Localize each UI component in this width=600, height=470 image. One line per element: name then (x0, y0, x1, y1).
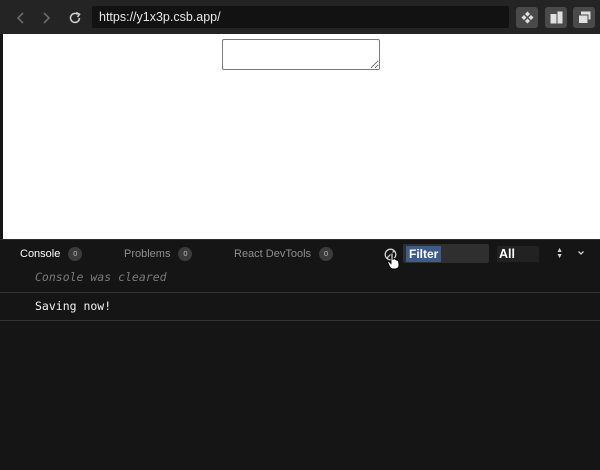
codesandbox-button[interactable] (516, 7, 538, 28)
chevron-down-icon[interactable] (576, 248, 586, 258)
new-window-button[interactable] (573, 7, 595, 28)
back-button[interactable] (11, 8, 31, 28)
tab-problems[interactable]: Problems 0 (124, 246, 193, 262)
tab-react-devtools-label: React DevTools (234, 248, 312, 260)
log-level-value: All (497, 246, 539, 262)
select-arrows-icon: ▲ ▼ (556, 247, 563, 260)
new-window-icon (577, 11, 590, 24)
chevron-left-icon (16, 12, 24, 24)
tab-react-devtools[interactable]: React DevTools 0 (234, 246, 334, 262)
tab-react-devtools-count: 0 (319, 247, 334, 261)
tab-problems-label: Problems (124, 248, 171, 260)
log-level-select[interactable]: All ▲ ▼ (497, 245, 563, 263)
chevron-right-icon (43, 12, 51, 24)
tab-console-count: 0 (68, 247, 83, 261)
browser-toolbar: https://y1x3p.csb.app/ (0, 0, 600, 34)
preview-pane (3, 34, 600, 239)
filter-placeholder: Filter (406, 245, 442, 262)
split-view-icon (550, 11, 562, 24)
tab-console-label: Console (20, 248, 61, 260)
url-bar[interactable]: https://y1x3p.csb.app/ (92, 6, 509, 28)
codesandbox-icon (521, 11, 533, 24)
text-area[interactable] (222, 39, 380, 70)
devtools-panel: Console 0 Problems 0 React DevTools 0 Fi… (0, 239, 600, 470)
refresh-icon (69, 11, 81, 24)
console-log-message: Saving now! (0, 294, 600, 321)
console-log-cleared: Console was cleared (0, 268, 600, 293)
refresh-button[interactable] (65, 8, 85, 28)
tab-problems-count: 0 (178, 247, 193, 261)
tab-console[interactable]: Console 0 (20, 246, 83, 262)
filter-input[interactable]: Filter (403, 244, 489, 263)
split-view-button[interactable] (545, 7, 567, 28)
forward-button[interactable] (36, 8, 56, 28)
devtools-tab-bar: Console 0 Problems 0 React DevTools 0 Fi… (0, 240, 600, 270)
